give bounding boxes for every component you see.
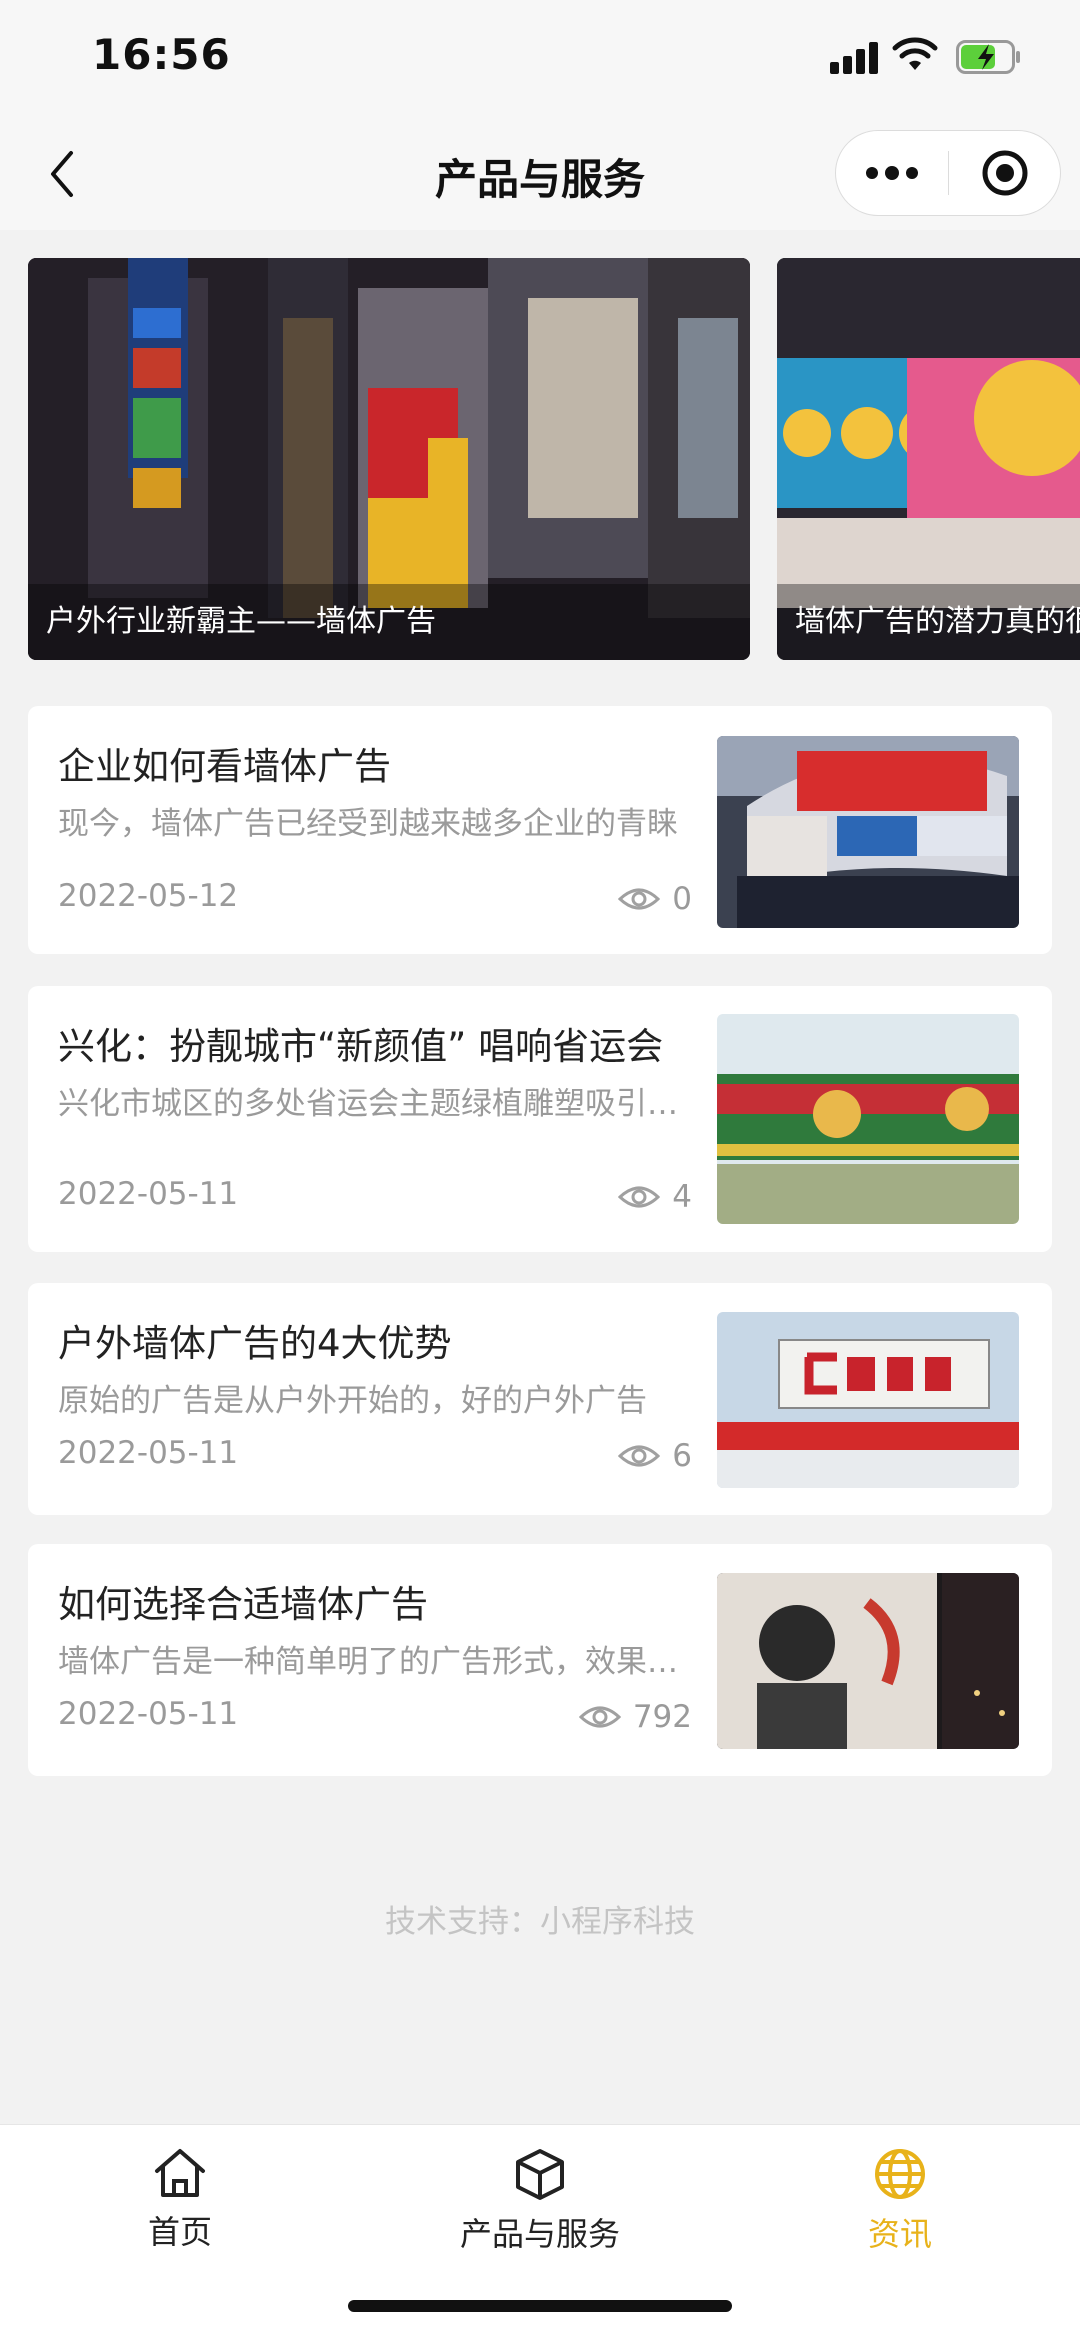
navigation-bar: 产品与服务 bbox=[0, 120, 1080, 230]
footer-credit: 技术支持：小程序科技 bbox=[385, 1904, 695, 1940]
article-summary: 兴化市城区的多处省运会主题绿植雕塑吸引市民 bbox=[58, 1086, 698, 1122]
article-summary: 现今，墙体广告已经受到越来越多企业的青睐 bbox=[58, 806, 678, 842]
article-thumbnail bbox=[717, 1014, 1019, 1224]
status-time: 16:56 bbox=[92, 30, 231, 79]
article-summary: 原始的广告是从户外开始的，好的户外广告 bbox=[58, 1383, 647, 1419]
cellular-signal-icon bbox=[830, 42, 880, 74]
battery-charging-icon bbox=[956, 40, 1020, 74]
home-indicator bbox=[348, 2300, 732, 2312]
more-dots-icon bbox=[866, 166, 918, 180]
banner-carousel[interactable]: 户外行业新霸主——墙体广告 墙体广告的潜力真的很大 bbox=[0, 258, 1080, 660]
banner-caption: 墙体广告的潜力真的很大 bbox=[777, 584, 1080, 660]
article-thumbnail bbox=[717, 1573, 1019, 1749]
wifi-icon bbox=[892, 37, 938, 70]
article-title: 企业如何看墙体广告 bbox=[58, 745, 391, 788]
view-count-value: 0 bbox=[672, 881, 692, 917]
article-date: 2022-05-11 bbox=[58, 1435, 239, 1471]
banner-slide[interactable]: 墙体广告的潜力真的很大 bbox=[777, 258, 1080, 660]
box-icon bbox=[516, 2149, 564, 2200]
article-card[interactable]: 户外墙体广告的4大优势 原始的广告是从户外开始的，好的户外广告 2022-05-… bbox=[28, 1283, 1052, 1515]
article-title: 如何选择合适墙体广告 bbox=[58, 1583, 428, 1626]
view-count: 4 bbox=[618, 1179, 692, 1215]
tab-news[interactable]: 资讯 bbox=[750, 2147, 1050, 2257]
view-count: 792 bbox=[578, 1699, 692, 1735]
article-title: 兴化：扮靓城市“新颜值” 唱响省运会 bbox=[58, 1025, 664, 1068]
eye-icon bbox=[618, 888, 661, 910]
article-date: 2022-05-11 bbox=[58, 1176, 239, 1212]
view-count-value: 792 bbox=[632, 1699, 692, 1735]
target-close-icon bbox=[982, 150, 1028, 196]
tab-label: 首页 bbox=[147, 2213, 212, 2251]
eye-icon bbox=[578, 1706, 621, 1728]
article-card[interactable]: 如何选择合适墙体广告 墙体广告是一种简单明了的广告形式，效果显著 2022-05… bbox=[28, 1544, 1052, 1776]
view-count: 6 bbox=[618, 1438, 692, 1474]
close-miniprogram-button[interactable] bbox=[949, 131, 1061, 215]
article-thumbnail bbox=[717, 736, 1019, 928]
view-count: 0 bbox=[618, 881, 692, 917]
eye-icon bbox=[618, 1186, 661, 1208]
article-summary: 墙体广告是一种简单明了的广告形式，效果显著 bbox=[58, 1644, 698, 1680]
banner-slide[interactable]: 户外行业新霸主——墙体广告 bbox=[28, 258, 750, 660]
globe-icon bbox=[875, 2149, 925, 2199]
article-thumbnail bbox=[717, 1312, 1019, 1488]
article-card[interactable]: 兴化：扮靓城市“新颜值” 唱响省运会 兴化市城区的多处省运会主题绿植雕塑吸引市民… bbox=[28, 986, 1052, 1252]
tab-label: 产品与服务 bbox=[459, 2215, 620, 2253]
home-icon bbox=[155, 2149, 205, 2197]
eye-icon bbox=[618, 1445, 661, 1467]
more-button[interactable] bbox=[836, 131, 948, 215]
tab-products-services[interactable]: 产品与服务 bbox=[390, 2147, 690, 2257]
view-count-value: 4 bbox=[672, 1179, 692, 1215]
tab-home[interactable]: 首页 bbox=[30, 2147, 330, 2257]
view-count-value: 6 bbox=[672, 1438, 692, 1474]
article-date: 2022-05-11 bbox=[58, 1696, 239, 1732]
article-date: 2022-05-12 bbox=[58, 878, 239, 914]
article-card[interactable]: 企业如何看墙体广告 现今，墙体广告已经受到越来越多企业的青睐 2022-05-1… bbox=[28, 706, 1052, 954]
miniprogram-capsule bbox=[835, 130, 1061, 216]
article-title: 户外墙体广告的4大优势 bbox=[58, 1322, 452, 1365]
tab-label: 资讯 bbox=[867, 2215, 932, 2253]
banner-caption: 户外行业新霸主——墙体广告 bbox=[28, 584, 750, 660]
status-bar: 16:56 bbox=[0, 0, 1080, 120]
